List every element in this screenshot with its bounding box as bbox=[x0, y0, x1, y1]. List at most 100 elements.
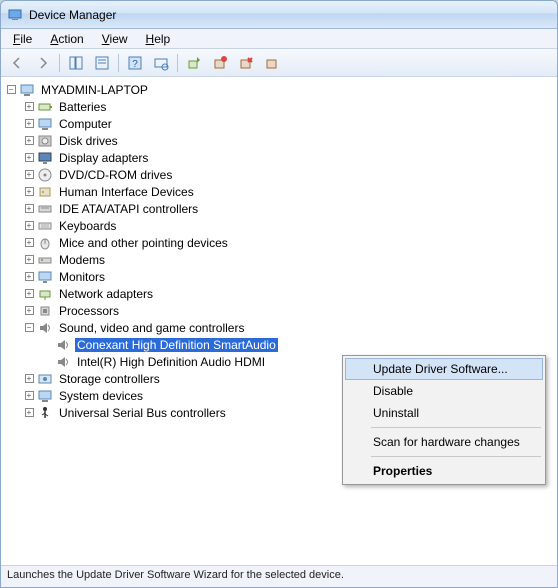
tree-item-label[interactable]: DVD/CD-ROM drives bbox=[57, 168, 174, 182]
speaker-icon bbox=[55, 337, 71, 353]
tree-category[interactable]: − Sound, video and game controllers bbox=[1, 319, 557, 336]
network-icon bbox=[37, 286, 53, 302]
menu-action[interactable]: Action bbox=[42, 30, 91, 48]
uninstall-button[interactable] bbox=[208, 52, 232, 74]
tree-item-label[interactable]: Modems bbox=[57, 253, 107, 267]
tree-leaf[interactable]: Conexant High Definition SmartAudio bbox=[1, 336, 557, 353]
tree-item-label[interactable]: Display adapters bbox=[57, 151, 150, 165]
tree-category[interactable]: + Batteries bbox=[1, 98, 557, 115]
disk-icon bbox=[37, 133, 53, 149]
display-icon bbox=[37, 150, 53, 166]
tree-item-label[interactable]: Batteries bbox=[57, 100, 108, 114]
collapse-icon[interactable]: − bbox=[23, 322, 35, 334]
update-driver-button[interactable] bbox=[182, 52, 206, 74]
expand-icon[interactable]: + bbox=[23, 390, 35, 402]
expand-icon[interactable]: + bbox=[23, 271, 35, 283]
tree-item-label[interactable]: Network adapters bbox=[57, 287, 155, 301]
tree-category[interactable]: + Network adapters bbox=[1, 285, 557, 302]
tree-category[interactable]: + Processors bbox=[1, 302, 557, 319]
tree-category[interactable]: + Mice and other pointing devices bbox=[1, 234, 557, 251]
tree-category[interactable]: + Computer bbox=[1, 115, 557, 132]
tree-item-label[interactable]: System devices bbox=[57, 389, 145, 403]
expand-icon[interactable]: + bbox=[23, 220, 35, 232]
speaker-icon bbox=[55, 354, 71, 370]
help-button[interactable]: ? bbox=[123, 52, 147, 74]
expand-icon[interactable]: + bbox=[23, 118, 35, 130]
usb-icon bbox=[37, 405, 53, 421]
tree-item-label[interactable]: Universal Serial Bus controllers bbox=[57, 406, 228, 420]
tree-item-label[interactable]: Keyboards bbox=[57, 219, 118, 233]
properties-button[interactable] bbox=[90, 52, 114, 74]
window-title: Device Manager bbox=[29, 8, 116, 22]
back-button[interactable] bbox=[5, 52, 29, 74]
tree-item-label[interactable]: IDE ATA/ATAPI controllers bbox=[57, 202, 200, 216]
context-menu-item[interactable]: Scan for hardware changes bbox=[345, 431, 543, 453]
menu-help[interactable]: Help bbox=[138, 30, 179, 48]
expand-icon[interactable]: + bbox=[23, 305, 35, 317]
tree-category[interactable]: + DVD/CD-ROM drives bbox=[1, 166, 557, 183]
expand-icon[interactable]: + bbox=[23, 135, 35, 147]
monitor-icon bbox=[37, 269, 53, 285]
collapse-icon[interactable]: − bbox=[5, 84, 17, 96]
expand-icon[interactable]: + bbox=[23, 288, 35, 300]
hid-icon bbox=[37, 184, 53, 200]
context-menu-item[interactable]: Properties bbox=[345, 460, 543, 482]
tree-category[interactable]: + Monitors bbox=[1, 268, 557, 285]
tree-item-label[interactable]: Computer bbox=[57, 117, 114, 131]
tree-item-label[interactable]: Mice and other pointing devices bbox=[57, 236, 230, 250]
tree-item-label[interactable]: Disk drives bbox=[57, 134, 120, 148]
toolbar-separator bbox=[59, 54, 60, 72]
computer-icon bbox=[37, 116, 53, 132]
expand-icon[interactable]: + bbox=[23, 186, 35, 198]
expand-icon[interactable]: + bbox=[23, 203, 35, 215]
expand-icon bbox=[41, 356, 53, 368]
device-tree[interactable]: − MYADMIN-LAPTOP + Batteries + Computer + Disk … bbox=[1, 77, 557, 565]
tree-item-label[interactable]: Storage controllers bbox=[57, 372, 162, 386]
tree-item-label[interactable]: Conexant High Definition SmartAudio bbox=[75, 338, 278, 352]
modem-icon bbox=[37, 252, 53, 268]
tree-category[interactable]: + Disk drives bbox=[1, 132, 557, 149]
disable-button[interactable] bbox=[234, 52, 258, 74]
expand-icon[interactable]: + bbox=[23, 169, 35, 181]
app-icon bbox=[7, 7, 23, 23]
context-menu-separator bbox=[371, 427, 541, 428]
tree-category[interactable]: + Modems bbox=[1, 251, 557, 268]
device-manager-window: Device Manager File Action View Help ? −… bbox=[0, 0, 558, 588]
expand-icon[interactable]: + bbox=[23, 254, 35, 266]
show-hide-tree-button[interactable] bbox=[64, 52, 88, 74]
expand-icon[interactable]: + bbox=[23, 373, 35, 385]
menu-view[interactable]: View bbox=[94, 30, 136, 48]
mouse-icon bbox=[37, 235, 53, 251]
menu-file[interactable]: File bbox=[5, 30, 40, 48]
computer-icon bbox=[19, 82, 35, 98]
tree-root[interactable]: − MYADMIN-LAPTOP bbox=[1, 81, 557, 98]
expand-icon[interactable]: + bbox=[23, 237, 35, 249]
menubar: File Action View Help bbox=[1, 29, 557, 49]
expand-icon[interactable]: + bbox=[23, 152, 35, 164]
context-menu-item[interactable]: Uninstall bbox=[345, 402, 543, 424]
tree-category[interactable]: + Human Interface Devices bbox=[1, 183, 557, 200]
tree-item-label[interactable]: Intel(R) High Definition Audio HDMI bbox=[75, 355, 267, 369]
context-menu-item[interactable]: Update Driver Software... bbox=[345, 358, 543, 380]
keyboard-icon bbox=[37, 218, 53, 234]
ide-icon bbox=[37, 201, 53, 217]
expand-icon[interactable]: + bbox=[23, 101, 35, 113]
storage-icon bbox=[37, 371, 53, 387]
tree-item-label[interactable]: Monitors bbox=[57, 270, 107, 284]
expand-icon[interactable]: + bbox=[23, 407, 35, 419]
context-menu-item[interactable]: Disable bbox=[345, 380, 543, 402]
statusbar: Launches the Update Driver Software Wiza… bbox=[1, 565, 557, 587]
tree-item-label[interactable]: MYADMIN-LAPTOP bbox=[39, 83, 150, 97]
forward-button[interactable] bbox=[31, 52, 55, 74]
enable-button[interactable] bbox=[260, 52, 284, 74]
toolbar: ? bbox=[1, 49, 557, 77]
tree-item-label[interactable]: Human Interface Devices bbox=[57, 185, 196, 199]
tree-category[interactable]: + Display adapters bbox=[1, 149, 557, 166]
titlebar: Device Manager bbox=[1, 1, 557, 29]
tree-category[interactable]: + IDE ATA/ATAPI controllers bbox=[1, 200, 557, 217]
scan-hardware-button[interactable] bbox=[149, 52, 173, 74]
tree-category[interactable]: + Keyboards bbox=[1, 217, 557, 234]
tree-item-label[interactable]: Processors bbox=[57, 304, 121, 318]
tree-item-label[interactable]: Sound, video and game controllers bbox=[57, 321, 246, 335]
status-text: Launches the Update Driver Software Wiza… bbox=[7, 569, 344, 581]
